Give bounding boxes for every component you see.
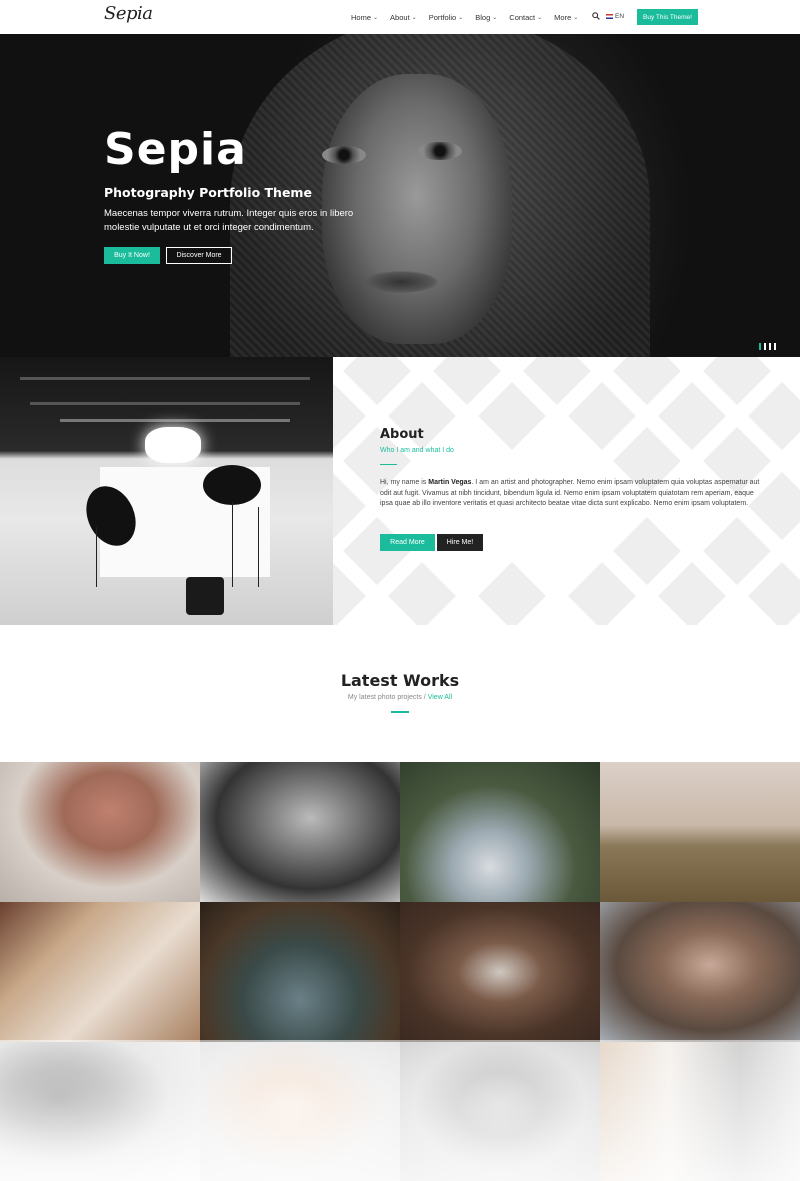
studio-camera-bag — [186, 577, 224, 615]
menu-item-label: Blog — [475, 12, 491, 22]
buy-theme-button[interactable]: Buy This Theme! — [637, 9, 698, 25]
chevron-down-icon: ⌄ — [492, 14, 498, 21]
about-studio-image — [0, 357, 333, 625]
portfolio-item-bw-woman[interactable] — [200, 762, 400, 902]
slider-dot[interactable] — [764, 343, 766, 350]
flag-icon — [606, 14, 613, 19]
menu-item-portfolio[interactable]: Portfolio ⌄ — [429, 13, 464, 22]
language-label: EN — [615, 13, 625, 20]
studio-stand — [258, 507, 259, 587]
chevron-down-icon: ⌄ — [411, 14, 417, 21]
chevron-down-icon: ⌄ — [373, 14, 379, 21]
hero-slider: Sepia Photography Portfolio Theme Maecen… — [0, 34, 800, 357]
about-subtitle: Who I am and what I do — [380, 447, 454, 454]
slider-dot[interactable] — [759, 343, 761, 350]
slider-dot[interactable] — [774, 343, 776, 350]
menu-item-about[interactable]: About ⌄ — [390, 13, 417, 22]
search-icon[interactable] — [592, 12, 600, 20]
discover-more-button[interactable]: Discover More — [166, 247, 232, 264]
hero-image-eye — [418, 142, 462, 160]
studio-truss — [20, 377, 310, 380]
works-subtitle: My latest photo projects / View All — [0, 694, 800, 701]
about-title: About — [380, 427, 424, 442]
menu-item-label: Portfolio — [428, 12, 457, 22]
chevron-down-icon: ⌄ — [537, 14, 543, 21]
hire-me-button[interactable]: Hire Me! — [437, 534, 483, 551]
portfolio-item-windmill[interactable] — [600, 762, 800, 902]
works-separator: / — [423, 694, 426, 701]
about-text: Hi, my name is Martin Vegas. I am an art… — [380, 478, 760, 510]
menu-item-label: Contact — [509, 12, 536, 22]
portfolio-item-sitting-woman[interactable] — [0, 902, 200, 1042]
about-author-name: Martin Vegas — [428, 479, 472, 486]
portfolio-item-old-man[interactable] — [0, 762, 200, 902]
menu-item-blog[interactable]: Blog ⌄ — [475, 13, 497, 22]
top-navbar: Sepia Home ⌄ About ⌄ Portfolio ⌄ Blog ⌄ Cont… — [0, 0, 800, 34]
grid-fade-overlay — [0, 1040, 800, 1181]
portfolio-item-leaves-woman[interactable] — [400, 902, 600, 1042]
works-divider — [391, 711, 409, 713]
menu-item-label: About — [390, 12, 410, 22]
studio-softbox-light — [145, 427, 201, 463]
studio-umbrella-right — [203, 465, 261, 505]
hero-subtitle: Photography Portfolio Theme — [104, 185, 312, 200]
main-menu: Home ⌄ About ⌄ Portfolio ⌄ Blog ⌄ Contact ⌄ M… — [351, 0, 590, 34]
hero-image-lips — [364, 271, 438, 293]
menu-item-label: Home — [351, 12, 372, 22]
studio-stand — [232, 502, 233, 587]
chevron-down-icon: ⌄ — [573, 14, 579, 21]
studio-truss — [30, 402, 300, 405]
hero-image-eye — [322, 146, 366, 164]
menu-item-more[interactable]: More ⌄ — [554, 13, 578, 22]
portfolio-item-portrait-woman[interactable] — [600, 902, 800, 1042]
works-title: Latest Works — [340, 671, 460, 690]
read-more-button[interactable]: Read More — [380, 534, 435, 551]
about-text-part: Hi, my name is — [380, 479, 429, 486]
slider-pagination — [759, 343, 776, 350]
hero-description: Maecenas tempor viverra rutrum. Integer … — [104, 208, 354, 233]
hero-title: Sepia — [104, 124, 247, 175]
portfolio-item-red-hair-dancer[interactable] — [400, 762, 600, 902]
portfolio-item-river-woman[interactable] — [200, 902, 400, 1042]
language-switcher[interactable]: EN — [606, 13, 624, 20]
slider-dot[interactable] — [769, 343, 771, 350]
view-all-link[interactable]: View All — [428, 694, 452, 701]
menu-item-contact[interactable]: Contact ⌄ — [509, 13, 542, 22]
buy-it-now-button[interactable]: Buy It Now! — [104, 247, 160, 264]
site-logo[interactable]: Sepia — [104, 3, 153, 24]
studio-truss — [60, 419, 290, 422]
menu-item-home[interactable]: Home ⌄ — [351, 13, 378, 22]
chevron-down-icon: ⌄ — [458, 14, 464, 21]
about-divider — [380, 464, 397, 465]
menu-item-label: More — [554, 12, 572, 22]
studio-stand — [96, 527, 97, 587]
works-subtitle-text: My latest photo projects — [347, 694, 422, 701]
